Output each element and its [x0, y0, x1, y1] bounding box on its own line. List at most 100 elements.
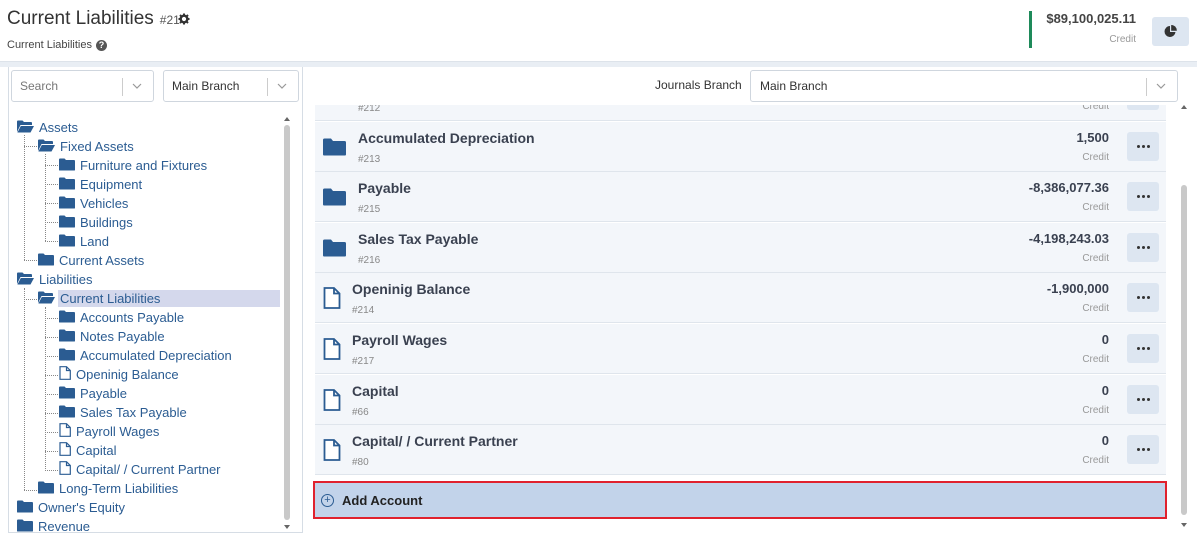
- account-row[interactable]: Capital/ / Current Partner #80 0 Credit: [315, 425, 1166, 476]
- tree-item[interactable]: Furniture and Fixtures: [59, 156, 209, 175]
- tree-item[interactable]: Long-Term Liabilities: [38, 479, 180, 498]
- folder-icon: [59, 329, 75, 345]
- tree-item[interactable]: Capital/ / Current Partner: [59, 460, 223, 479]
- subtitle: Current Liabilities: [7, 39, 92, 51]
- account-row[interactable]: Capital #66 0 Credit: [315, 374, 1166, 425]
- chevron-down-icon: [1156, 83, 1166, 89]
- balance-type: Credit: [1082, 303, 1109, 315]
- folder-icon: [38, 481, 54, 497]
- more-options-button[interactable]: [1127, 105, 1159, 110]
- balance-type: Credit: [1082, 202, 1109, 214]
- search-input[interactable]: Search: [11, 70, 154, 102]
- accounts-panel: Journals Branch Main Branch #212 Credit Ac…: [303, 67, 1197, 533]
- ellipsis-icon: [1136, 347, 1150, 350]
- tree-item[interactable]: Buildings: [59, 213, 135, 232]
- account-name: Capital/ / Current Partner: [352, 433, 518, 450]
- tree-item[interactable]: Current Liabilities: [38, 289, 281, 308]
- account-balance: 0: [1101, 433, 1109, 449]
- more-options-button[interactable]: [1127, 384, 1159, 414]
- scroll-down-icon[interactable]: [1181, 523, 1187, 527]
- branch-select[interactable]: Main Branch: [163, 70, 299, 102]
- chevron-down-icon: [277, 83, 287, 89]
- more-options-button[interactable]: [1127, 435, 1159, 465]
- more-options-button[interactable]: [1127, 283, 1159, 313]
- help-icon[interactable]: ?: [95, 39, 107, 51]
- tree-item[interactable]: Sales Tax Payable: [59, 403, 189, 422]
- branch-value: Main Branch: [172, 79, 240, 93]
- tree-item[interactable]: Revenue: [17, 517, 92, 533]
- add-account-label: Add Account: [342, 492, 423, 508]
- tree-item[interactable]: Vehicles: [59, 194, 130, 213]
- tree-item[interactable]: Owner's Equity: [17, 498, 127, 517]
- tree-item[interactable]: Openinig Balance: [59, 365, 181, 384]
- search-placeholder: Search: [20, 79, 59, 93]
- balance-type: Credit: [1082, 404, 1109, 416]
- account-balance: -1,900,000: [1046, 281, 1109, 297]
- tree-item[interactable]: Accounts Payable: [59, 308, 186, 327]
- tree-item[interactable]: Assets: [17, 118, 80, 137]
- balance-type: Credit: [1082, 151, 1109, 163]
- tree-item[interactable]: Equipment: [59, 175, 144, 194]
- folder-open-icon: [38, 291, 55, 307]
- chart-button[interactable]: [1152, 17, 1189, 46]
- tree-scrollbar[interactable]: [282, 117, 292, 529]
- gear-icon[interactable]: [178, 13, 190, 25]
- tree-item-label: Current Assets: [59, 253, 145, 268]
- balance-label: Credit: [1109, 34, 1136, 45]
- tree-item[interactable]: Land: [59, 232, 111, 251]
- account-row[interactable]: Payroll Wages #217 0 Credit: [315, 324, 1166, 374]
- account-code: #80: [352, 457, 369, 469]
- tree-item[interactable]: Fixed Assets: [38, 137, 136, 156]
- tree-item[interactable]: Payable: [59, 384, 129, 403]
- more-options-button[interactable]: [1127, 182, 1159, 212]
- account-row[interactable]: Sales Tax Payable #216 -4,198,243.03 Credit: [315, 222, 1166, 273]
- add-account-button[interactable]: + Add Account: [313, 481, 1167, 519]
- account-name: Payable: [358, 180, 411, 197]
- account-balance: 0: [1101, 332, 1109, 347]
- page-title: Current Liabilities: [7, 8, 154, 29]
- tree-item[interactable]: Capital: [59, 441, 118, 460]
- folder-icon: [323, 239, 346, 262]
- account-row[interactable]: #212 Credit: [315, 105, 1166, 121]
- scroll-up-icon[interactable]: [284, 117, 290, 121]
- tree-item-label: Vehicles: [80, 196, 129, 211]
- title-row: Current Liabilities #21: [7, 8, 180, 30]
- file-icon: [59, 442, 71, 459]
- tree-item-label: Capital: [76, 443, 117, 458]
- balance-summary: $89,100,025.11 Credit: [1029, 11, 1136, 48]
- tree-item-label: Liabilities: [39, 272, 93, 287]
- journals-branch-select[interactable]: Main Branch: [750, 70, 1178, 102]
- tree-item[interactable]: Current Assets: [38, 251, 146, 270]
- account-row[interactable]: Payable #215 -8,386,077.36 Credit: [315, 172, 1166, 223]
- tree-item[interactable]: Notes Payable: [59, 327, 167, 346]
- folder-icon: [59, 215, 75, 231]
- tree-item[interactable]: Accumulated Depreciation: [59, 346, 234, 365]
- tree-item[interactable]: Payroll Wages: [59, 422, 161, 441]
- more-options-button[interactable]: [1127, 334, 1159, 363]
- folder-icon: [59, 177, 75, 193]
- scroll-thumb[interactable]: [1181, 185, 1187, 515]
- account-row[interactable]: Accumulated Depreciation #213 1,500 Credit: [315, 121, 1166, 172]
- account-tree-panel: Search Main Branch Assets Fixed Assets Fur…: [8, 67, 303, 533]
- account-row[interactable]: Openinig Balance #214 -1,900,000 Credit: [315, 273, 1166, 324]
- folder-icon: [59, 386, 75, 402]
- scroll-thumb[interactable]: [284, 125, 290, 520]
- account-code: #215: [358, 204, 381, 216]
- tree-item-label: Accounts Payable: [80, 310, 185, 325]
- account-tree: Assets Fixed Assets Furniture and Fixtures…: [9, 117, 281, 533]
- scroll-up-icon[interactable]: [1181, 105, 1187, 109]
- account-name: Capital: [352, 382, 399, 399]
- accounts-scrollbar[interactable]: [1179, 105, 1189, 527]
- tree-item[interactable]: Liabilities: [17, 270, 94, 289]
- more-options-button[interactable]: [1127, 232, 1159, 262]
- ellipsis-icon: [1136, 144, 1150, 148]
- file-icon: [59, 366, 71, 383]
- account-balance: 1,500: [1076, 129, 1109, 145]
- scroll-down-icon[interactable]: [284, 525, 290, 529]
- tree-item-label: Current Liabilities: [58, 290, 281, 307]
- account-balance: -4,198,243.03: [1028, 230, 1109, 246]
- tree-item-label: Equipment: [80, 177, 143, 192]
- folder-icon: [59, 348, 75, 364]
- account-code: #216: [358, 254, 381, 266]
- more-options-button[interactable]: [1127, 131, 1159, 161]
